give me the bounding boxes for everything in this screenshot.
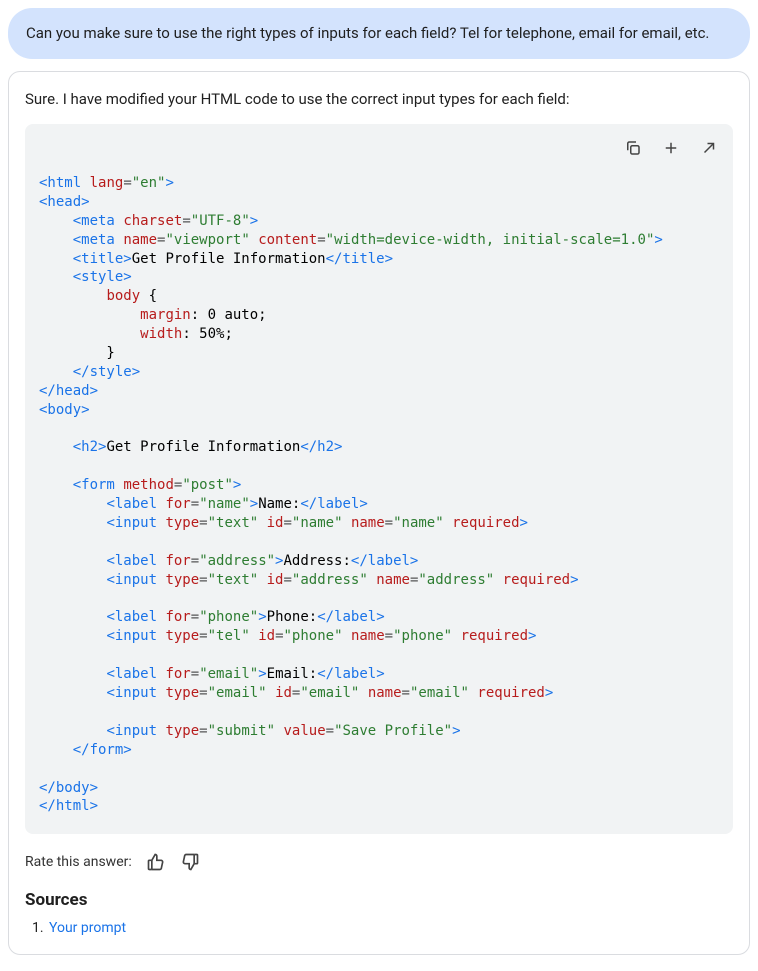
rate-row: Rate this answer: bbox=[25, 852, 733, 872]
copy-icon[interactable] bbox=[617, 132, 649, 164]
code-toolbar bbox=[617, 132, 725, 164]
thumbs-up-icon[interactable] bbox=[146, 852, 166, 872]
source-link[interactable]: Your prompt bbox=[49, 920, 126, 936]
expand-icon[interactable] bbox=[693, 132, 725, 164]
rate-label: Rate this answer: bbox=[25, 854, 132, 870]
plus-icon[interactable] bbox=[655, 132, 687, 164]
thumbs-down-icon[interactable] bbox=[180, 852, 200, 872]
assistant-answer-card: Sure. I have modified your HTML code to … bbox=[8, 71, 750, 956]
sources-heading: Sources bbox=[25, 890, 733, 910]
sources-list: Your prompt bbox=[47, 920, 733, 936]
source-item: Your prompt bbox=[47, 920, 733, 936]
user-message: Can you make sure to use the right types… bbox=[8, 8, 750, 59]
assistant-intro-text: Sure. I have modified your HTML code to … bbox=[25, 88, 733, 111]
code-block: <html lang="en"> <head> <meta charset="U… bbox=[25, 124, 733, 834]
code-content[interactable]: <html lang="en"> <head> <meta charset="U… bbox=[25, 124, 733, 834]
